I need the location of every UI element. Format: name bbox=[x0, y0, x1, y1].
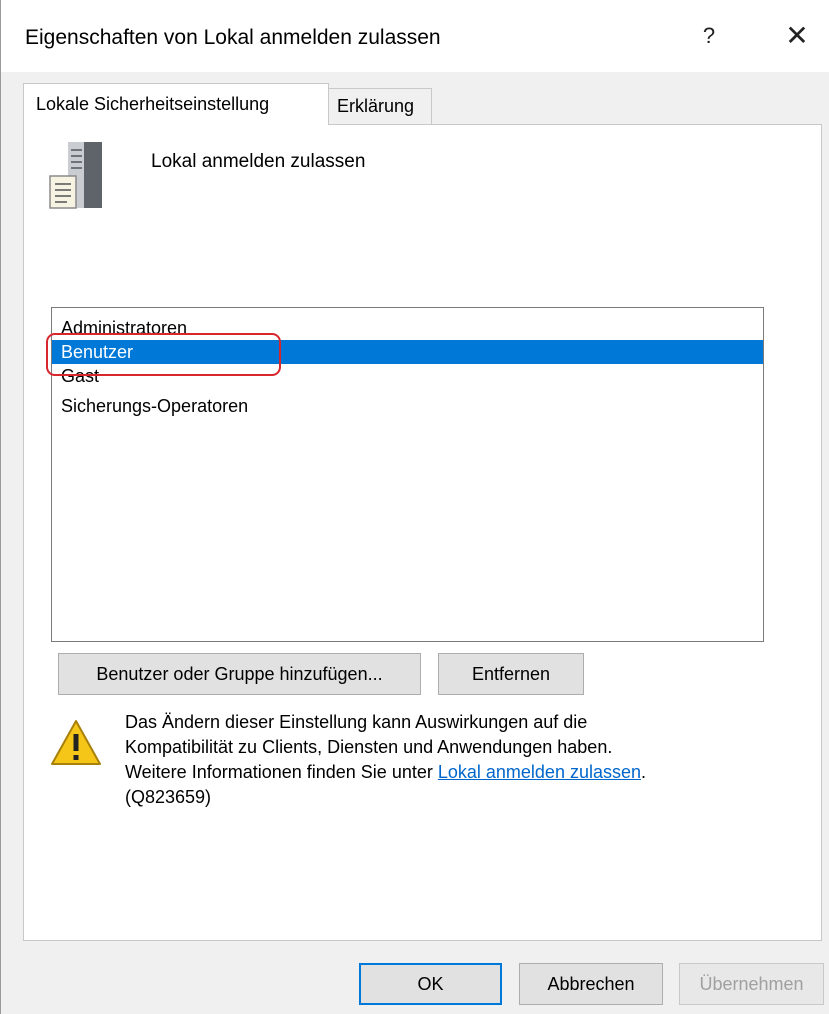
dialog-title: Eigenschaften von Lokal anmelden zulasse… bbox=[25, 26, 441, 49]
warning-line-2: Kompatibilität zu Clients, Diensten und … bbox=[125, 737, 613, 757]
title-bar: Eigenschaften von Lokal anmelden zulasse… bbox=[1, 0, 829, 72]
cancel-button[interactable]: Abbrechen bbox=[519, 963, 663, 1005]
close-button[interactable]: ✕ bbox=[773, 12, 821, 60]
warning-icon bbox=[51, 720, 101, 765]
ok-button[interactable]: OK bbox=[359, 963, 502, 1005]
policy-name: Lokal anmelden zulassen bbox=[151, 151, 366, 172]
tab-local-security-setting[interactable]: Lokale Sicherheitseinstellung bbox=[23, 83, 329, 125]
warning-message: Das Ändern dieser Einstellung kann Auswi… bbox=[125, 710, 646, 810]
remove-button[interactable]: Entfernen bbox=[438, 653, 584, 695]
warning-line-3-prefix: Weitere Informationen finden Sie unter bbox=[125, 762, 438, 782]
annotation-highlight bbox=[46, 333, 281, 376]
properties-dialog: Eigenschaften von Lokal anmelden zulasse… bbox=[0, 0, 829, 1014]
tab-explanation[interactable]: Erklärung bbox=[328, 88, 432, 125]
help-link[interactable]: Lokal anmelden zulassen bbox=[438, 762, 641, 782]
help-button[interactable]: ? bbox=[689, 12, 729, 60]
kb-reference: (Q823659) bbox=[125, 787, 212, 807]
apply-button[interactable]: Übernehmen bbox=[679, 963, 824, 1005]
add-user-or-group-button[interactable]: Benutzer oder Gruppe hinzufügen... bbox=[58, 653, 421, 695]
server-policy-icon bbox=[49, 142, 102, 209]
warning-line-3: Weitere Informationen finden Sie unter L… bbox=[125, 760, 646, 785]
warning-line-3-suffix: . bbox=[641, 762, 647, 782]
warning-line-1: Das Ändern dieser Einstellung kann Auswi… bbox=[125, 712, 588, 732]
list-item-sicherungs-operatoren[interactable]: Sicherungs-Operatoren bbox=[52, 394, 763, 418]
